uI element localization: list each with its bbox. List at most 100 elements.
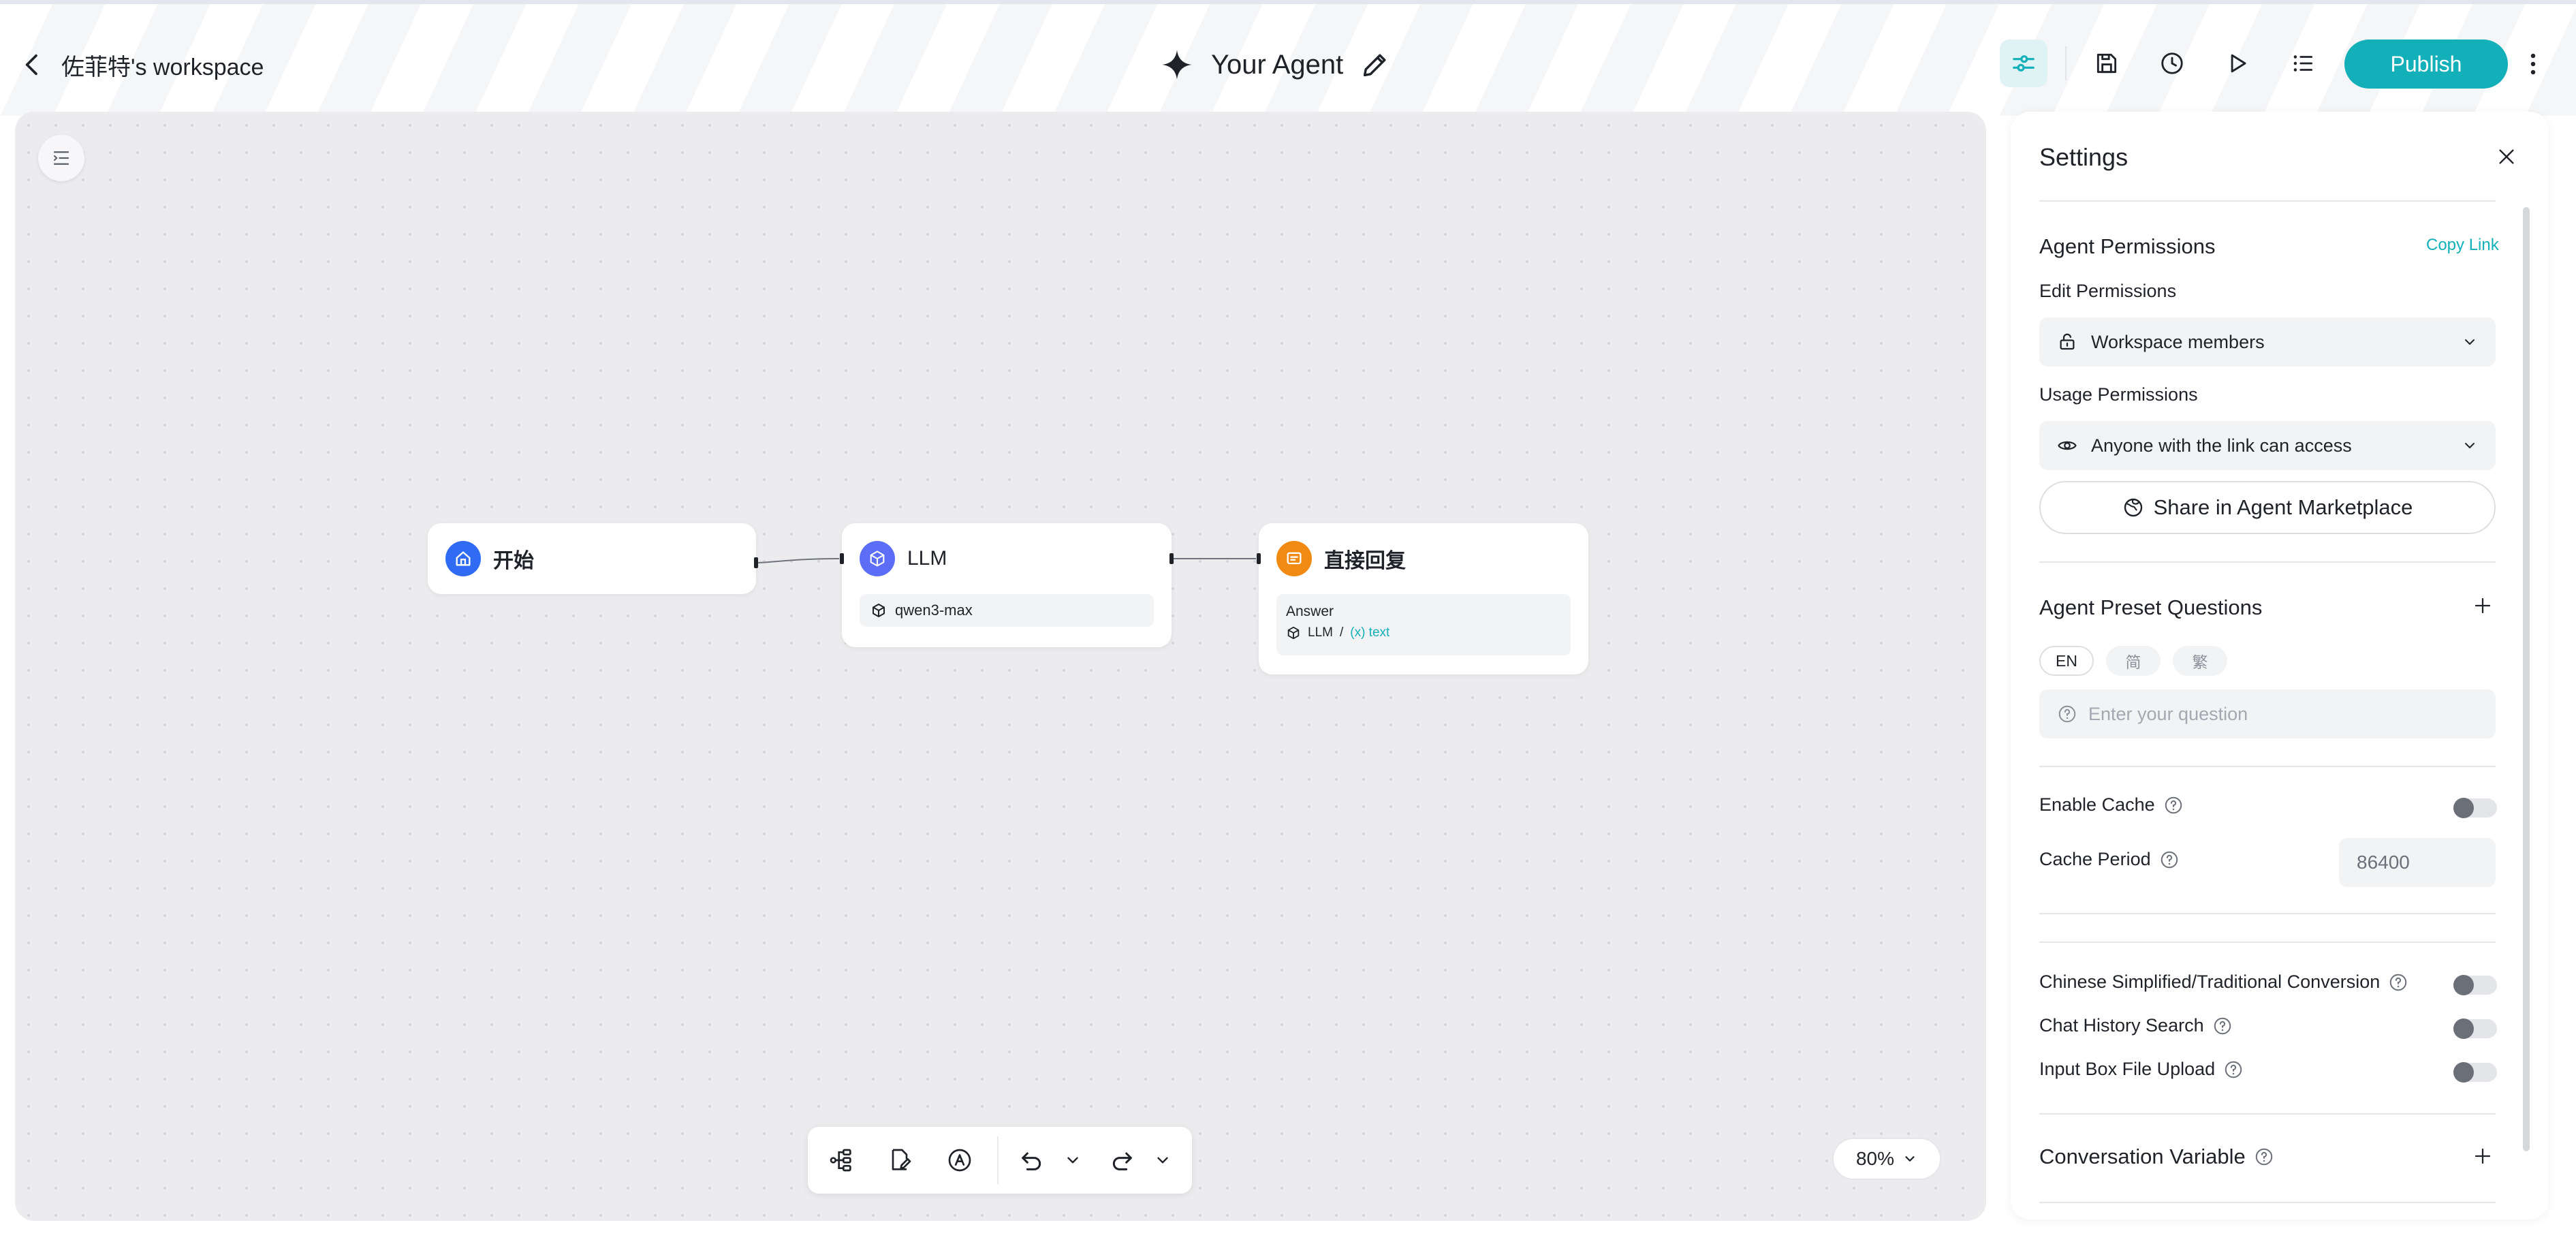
reply-node-input-handle[interactable]: [1257, 553, 1261, 564]
message-icon: [1287, 552, 1302, 565]
globe-icon: [2124, 498, 2142, 517]
file-upload-toggle[interactable]: [2453, 1062, 2497, 1083]
logs-list-icon: [2293, 55, 2313, 72]
preset-language-tabs: EN 简 繁: [2039, 646, 2227, 676]
toggle-knob: [2453, 1018, 2474, 1039]
llm-node-output-handle[interactable]: [1169, 553, 1174, 564]
help-icon[interactable]: [2223, 1059, 2244, 1080]
conversion-toggle[interactable]: [2453, 975, 2497, 995]
toolbar-separator: [997, 1136, 999, 1184]
close-settings-button[interactable]: [2492, 142, 2522, 172]
start-node-title: 开始: [493, 550, 534, 572]
edit-permissions-label: Edit Permissions: [2039, 281, 2177, 301]
redo-button[interactable]: [1103, 1142, 1140, 1179]
more-options-button[interactable]: [2523, 49, 2543, 79]
undo-button[interactable]: [1014, 1142, 1050, 1179]
llm-node-input-handle[interactable]: [840, 553, 844, 564]
lang-tab-traditional[interactable]: 繁: [2173, 646, 2227, 676]
enable-cache-label: Enable Cache: [2039, 794, 2155, 815]
undo-icon: [1022, 1152, 1041, 1170]
history-search-label: Chat History Search: [2039, 1015, 2204, 1036]
cube-icon: [870, 550, 885, 567]
redo-menu-button[interactable]: [1144, 1142, 1181, 1179]
enable-cache-row: Enable Cache: [2039, 794, 2184, 815]
model-cube-icon: [873, 604, 885, 617]
outline-toggle-button[interactable]: [38, 135, 84, 181]
chevron-down-icon: [1157, 1157, 1168, 1164]
llm-node-badge: [860, 541, 895, 576]
sparkle-icon: [1162, 50, 1192, 80]
zoom-level-control[interactable]: 80%: [1832, 1138, 1941, 1180]
conversation-variable-row: Conversation Variable: [2039, 1145, 2274, 1169]
workflow-layout-icon: [830, 1149, 851, 1172]
logs-button[interactable]: [2279, 40, 2327, 87]
usage-permissions-label: Usage Permissions: [2039, 384, 2198, 405]
history-search-row: Chat History Search: [2039, 1015, 2233, 1036]
back-to-workspace-link[interactable]: 佐菲特's workspace: [19, 46, 264, 83]
reply-node-badge: [1276, 541, 1312, 576]
help-icon[interactable]: [2388, 972, 2408, 993]
canvas-toolbar: [808, 1127, 1192, 1194]
add-conversation-variable-button[interactable]: [2471, 1145, 2494, 1168]
settings-scrollbar[interactable]: [2523, 207, 2530, 1151]
preset-question-input[interactable]: [2088, 703, 2470, 725]
llm-node-title: LLM: [907, 547, 947, 570]
toggle-knob: [2453, 1062, 2474, 1083]
cache-period-input[interactable]: [2357, 852, 2479, 873]
ref-separator: /: [1339, 625, 1344, 640]
help-circle-icon: [2058, 705, 2076, 723]
zoom-level: 80%: [1855, 1148, 1895, 1169]
agent-title: Your Agent: [1211, 49, 1344, 80]
chevron-left-icon: [25, 54, 37, 76]
start-node[interactable]: 开始: [428, 523, 758, 594]
lang-tab-simplified[interactable]: 简: [2106, 646, 2161, 676]
add-preset-question-button[interactable]: [2471, 594, 2494, 617]
outline-list-icon: [53, 151, 69, 165]
home-icon: [456, 551, 471, 566]
divider: [2039, 1202, 2496, 1203]
history-icon: [2161, 52, 2183, 74]
pointer-mode-button[interactable]: [941, 1142, 978, 1179]
run-button[interactable]: [2214, 40, 2261, 87]
share-marketplace-button[interactable]: Share in Agent Marketplace: [2039, 481, 2496, 534]
usage-permissions-value: Anyone with the link can access: [2091, 435, 2352, 456]
workflow-edges: [755, 558, 1256, 563]
answer-label: Answer: [1286, 604, 1334, 619]
start-node-output-handle[interactable]: [754, 557, 758, 568]
toggle-knob: [2453, 798, 2474, 818]
plus-icon: [2475, 1148, 2491, 1164]
edit-title-pencil-icon[interactable]: [1360, 49, 1391, 80]
ref-cube-icon: [1287, 626, 1300, 640]
redo-icon: [1112, 1152, 1132, 1170]
settings-toggle-button[interactable]: [2000, 40, 2047, 87]
help-icon[interactable]: [2254, 1147, 2274, 1167]
usage-permissions-select[interactable]: Anyone with the link can access: [2039, 421, 2496, 470]
history-button[interactable]: [2148, 40, 2196, 87]
add-note-button[interactable]: [881, 1142, 918, 1179]
run-icon: [2231, 54, 2246, 73]
workflow-canvas[interactable]: 开始 LLM qwen3-max 直接回复 Answer LLM / (x) t…: [15, 112, 1986, 1221]
reply-node[interactable]: 直接回复 Answer LLM / (x) text: [1257, 523, 1588, 674]
llm-node[interactable]: LLM qwen3-max: [840, 523, 1174, 647]
divider: [2039, 200, 2496, 202]
ref-source: LLM: [1308, 625, 1333, 640]
copy-link-button[interactable]: Copy Link: [2426, 236, 2499, 255]
settings-sliders-icon: [2013, 55, 2035, 72]
auto-layout-button[interactable]: [823, 1142, 860, 1179]
preset-questions-heading: Agent Preset Questions: [2039, 595, 2263, 619]
lang-tab-en[interactable]: EN: [2039, 646, 2094, 676]
publish-button[interactable]: Publish: [2344, 40, 2508, 89]
history-search-toggle[interactable]: [2453, 1018, 2497, 1039]
help-icon[interactable]: [2212, 1016, 2233, 1036]
chevron-down-icon: [2465, 443, 2475, 448]
enable-cache-toggle[interactable]: [2453, 798, 2497, 818]
undo-menu-button[interactable]: [1054, 1142, 1091, 1179]
help-icon[interactable]: [2163, 795, 2184, 815]
share-marketplace-label: Share in Agent Marketplace: [2153, 495, 2413, 519]
edit-permissions-select[interactable]: Workspace members: [2039, 317, 2496, 367]
save-button[interactable]: [2083, 40, 2131, 87]
eye-icon: [2058, 441, 2077, 450]
start-node-header: 开始: [445, 541, 534, 576]
conversion-row: Chinese Simplified/Traditional Conversio…: [2039, 971, 2408, 993]
help-icon[interactable]: [2159, 850, 2180, 870]
